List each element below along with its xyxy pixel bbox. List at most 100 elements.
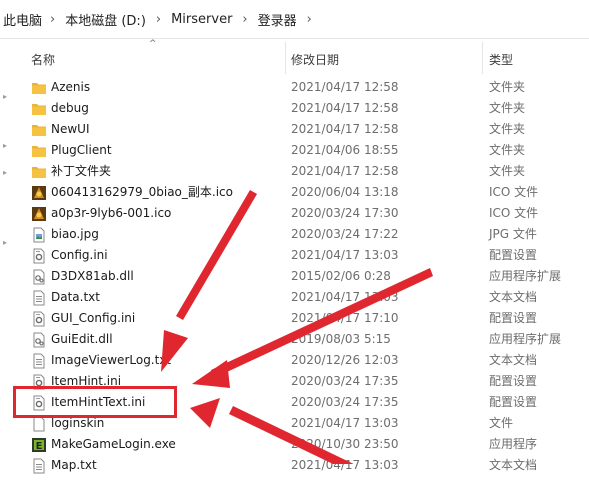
file-modified-date: 2015/02/06 0:28 (291, 269, 391, 283)
text-file-icon (31, 290, 47, 306)
file-type: 文件夹 (489, 80, 526, 94)
file-modified-date: 2020/03/24 17:22 (291, 227, 399, 241)
file-row[interactable]: NewUI 2021/04/17 12:58 文件夹 (0, 119, 589, 140)
column-header-bar: ^ 名称 修改日期 类型 (0, 39, 589, 75)
file-type: 文件夹 (489, 101, 526, 115)
file-name: debug (51, 101, 89, 115)
file-name: 补丁文件夹 (51, 164, 112, 178)
file-type: 应用程序 (489, 437, 538, 451)
file-type: JPG 文件 (489, 227, 537, 241)
file-modified-date: 2020/03/24 17:35 (291, 395, 399, 409)
breadcrumb-item-this-pc[interactable]: 此电脑 (1, 10, 44, 29)
file-name: MakeGameLogin.exe (51, 437, 176, 451)
file-type: 文本文档 (489, 290, 538, 304)
file-name: Data.txt (51, 290, 100, 304)
file-modified-date: 2021/04/17 12:58 (291, 122, 399, 136)
file-type: 应用程序扩展 (489, 269, 562, 283)
file-modified-date: 2020/10/30 23:50 (291, 437, 399, 451)
file-type: 配置设置 (489, 248, 538, 262)
column-header-date[interactable]: 修改日期 (291, 51, 339, 68)
file-name: Config.ini (51, 248, 108, 262)
file-type: 文件夹 (489, 143, 526, 157)
file-modified-date: 2021/04/17 13:03 (291, 416, 399, 430)
file-name: 060413162979_0biao_副本.ico (51, 185, 233, 199)
file-row[interactable]: D3DX81ab.dll 2015/02/06 0:28 应用程序扩展 (0, 266, 589, 287)
text-file-icon (31, 353, 47, 369)
breadcrumb-separator[interactable]: › (234, 12, 255, 27)
file-modified-date: 2021/04/17 17:10 (291, 311, 399, 325)
file-type: 文件 (489, 416, 514, 430)
folder-icon (31, 101, 47, 117)
file-modified-date: 2021/04/06 18:55 (291, 143, 399, 157)
text-file-icon (31, 458, 47, 474)
file-modified-date: 2019/08/03 5:15 (291, 332, 391, 346)
column-divider[interactable] (482, 42, 483, 74)
file-modified-date: 2020/12/26 12:03 (291, 353, 399, 367)
breadcrumb-separator[interactable]: › (44, 12, 63, 27)
file-row[interactable]: Config.ini 2021/04/17 13:03 配置设置 (0, 245, 589, 266)
file-name: NewUI (51, 122, 90, 136)
generic-file-icon (31, 416, 47, 432)
image-file-icon (31, 227, 47, 243)
breadcrumb-item-launcher[interactable]: 登录器 (256, 10, 299, 29)
file-name: Azenis (51, 80, 91, 94)
file-row[interactable]: biao.jpg 2020/03/24 17:22 JPG 文件 (0, 224, 589, 245)
breadcrumb-separator[interactable]: › (299, 12, 320, 27)
folder-icon (31, 143, 47, 159)
file-modified-date: 2021/04/17 13:03 (291, 290, 399, 304)
file-name: a0p3r-9lyb6-001.ico (51, 206, 172, 220)
file-row[interactable]: E MakeGameLogin.exe 2020/10/30 23:50 应用程序 (0, 434, 589, 455)
file-row[interactable]: 补丁文件夹 2021/04/17 12:58 文件夹 (0, 161, 589, 182)
ico-file-icon (31, 206, 47, 222)
file-type: ICO 文件 (489, 206, 539, 220)
file-name: GUI_Config.ini (51, 311, 136, 325)
file-modified-date: 2021/04/17 12:58 (291, 80, 399, 94)
file-modified-date: 2020/06/04 13:18 (291, 185, 399, 199)
dll-file-icon (31, 332, 47, 348)
column-divider[interactable] (285, 42, 286, 74)
file-type: 配置设置 (489, 395, 538, 409)
breadcrumb-item-drive-d[interactable]: 本地磁盘 (D:) (63, 10, 148, 29)
file-type: 文件夹 (489, 164, 526, 178)
file-row[interactable]: 060413162979_0biao_副本.ico 2020/06/04 13:1… (0, 182, 589, 203)
ico-file-icon (31, 185, 47, 201)
file-row[interactable]: GUI_Config.ini 2021/04/17 17:10 配置设置 (0, 308, 589, 329)
svg-text:E: E (36, 441, 43, 452)
file-modified-date: 2021/04/17 13:03 (291, 248, 399, 262)
file-row[interactable]: ImageViewerLog.txt 2020/12/26 12:03 文本文档 (0, 350, 589, 371)
file-modified-date: 2021/04/17 12:58 (291, 101, 399, 115)
file-modified-date: 2020/03/24 17:35 (291, 374, 399, 388)
file-type: 配置设置 (489, 374, 538, 388)
file-modified-date: 2020/03/24 17:30 (291, 206, 399, 220)
file-row[interactable]: Data.txt 2021/04/17 13:03 文本文档 (0, 287, 589, 308)
file-name: D3DX81ab.dll (51, 269, 134, 283)
file-name: GuiEdit.dll (51, 332, 113, 346)
file-type: 文件夹 (489, 122, 526, 136)
file-name: ImageViewerLog.txt (51, 353, 172, 367)
file-row[interactable]: PlugClient 2021/04/06 18:55 文件夹 (0, 140, 589, 161)
file-modified-date: 2021/04/17 12:58 (291, 164, 399, 178)
exe-file-icon: E (31, 437, 47, 453)
folder-icon (31, 164, 47, 180)
sort-ascending-icon: ^ (149, 39, 157, 49)
settings-file-icon (31, 248, 47, 264)
file-row[interactable]: GuiEdit.dll 2019/08/03 5:15 应用程序扩展 (0, 329, 589, 350)
folder-icon (31, 122, 47, 138)
dll-file-icon (31, 269, 47, 285)
file-row[interactable]: Azenis 2021/04/17 12:58 文件夹 (0, 77, 589, 98)
file-row[interactable]: debug 2021/04/17 12:58 文件夹 (0, 98, 589, 119)
file-name: Map.txt (51, 458, 97, 472)
breadcrumb-item-mirserver[interactable]: Mirserver (169, 12, 234, 27)
file-name: PlugClient (51, 143, 112, 157)
column-header-type[interactable]: 类型 (489, 51, 513, 68)
file-type: 配置设置 (489, 311, 538, 325)
column-header-name[interactable]: 名称 (31, 51, 55, 68)
file-row[interactable]: a0p3r-9lyb6-001.ico 2020/03/24 17:30 ICO 文… (0, 203, 589, 224)
file-row[interactable]: Map.txt 2021/04/17 13:03 文本文档 (0, 455, 589, 476)
file-type: ICO 文件 (489, 185, 539, 199)
file-type: 文本文档 (489, 458, 538, 472)
folder-icon (31, 80, 47, 96)
breadcrumb: 此电脑 › 本地磁盘 (D:) › Mirserver › 登录器 › (0, 0, 589, 39)
file-name: biao.jpg (51, 227, 99, 241)
breadcrumb-separator[interactable]: › (148, 12, 169, 27)
